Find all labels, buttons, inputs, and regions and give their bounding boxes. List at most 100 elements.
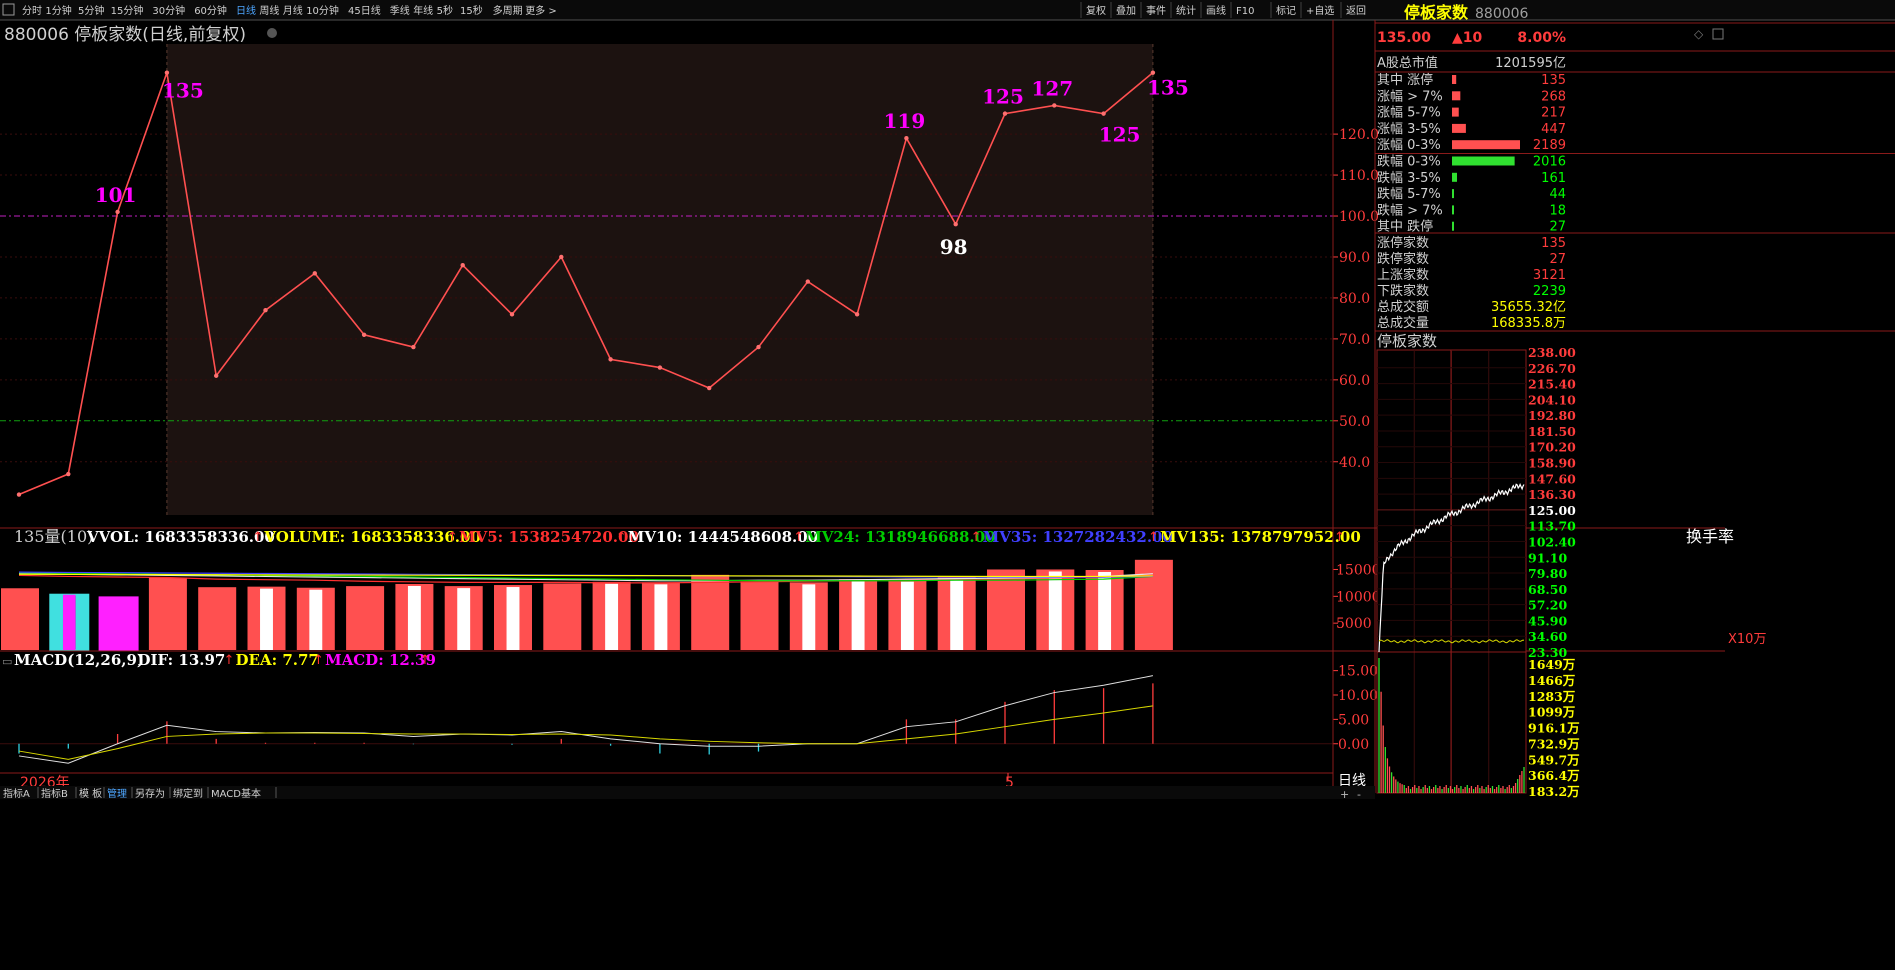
volume-bar xyxy=(1,588,39,650)
period-tab-3[interactable]: 15分钟 xyxy=(111,4,144,17)
macd-y-tick: 10.00 xyxy=(1338,688,1378,704)
dist-row-bar xyxy=(1452,75,1457,84)
volume-bar xyxy=(691,574,730,650)
main-point xyxy=(66,471,71,477)
volume-y-tick: 5000 xyxy=(1336,616,1372,632)
toolbar-button-6[interactable]: 标记 xyxy=(1276,5,1296,17)
bottom-tab-2[interactable]: 模 板 xyxy=(79,787,102,800)
mini-price-tick: 238.00 xyxy=(1528,345,1576,360)
main-point xyxy=(953,222,958,227)
period-tab-13[interactable]: 5秒 xyxy=(437,4,453,17)
mini-volume-tick: 366.4万 xyxy=(1528,768,1580,783)
svg-text:↑: ↑ xyxy=(447,530,458,545)
volume-bar xyxy=(346,586,385,650)
mini-price-tick: 136.30 xyxy=(1528,487,1576,502)
bottom-tab-0[interactable]: 指标A xyxy=(3,787,30,800)
dist-row-label: 跌幅 0-3% xyxy=(1377,154,1441,170)
mini-price-tick: 158.90 xyxy=(1528,456,1576,471)
period-tab-11[interactable]: 季线 xyxy=(390,4,410,17)
stat-value: 2239 xyxy=(1533,284,1566,299)
main-point xyxy=(1002,111,1008,116)
dist-row-label: 涨幅 3-5% xyxy=(1377,122,1441,137)
toolbar-button-1[interactable]: 叠加 xyxy=(1116,5,1136,17)
bottom-tab-4[interactable]: 另存为 xyxy=(135,787,165,800)
period-tab-1[interactable]: 1分钟 xyxy=(45,4,71,17)
mini-price-tick: 68.50 xyxy=(1528,582,1567,597)
toolbar-button-0[interactable]: 复权 xyxy=(1086,4,1106,17)
volume-bar xyxy=(543,583,582,650)
point-label: 135 xyxy=(1147,76,1189,100)
period-tab-7[interactable]: 周线 xyxy=(259,4,279,17)
dist-row-value: 135 xyxy=(1541,73,1566,88)
turnover-label: 换手率 xyxy=(1686,527,1734,546)
period-tab-12[interactable]: 年线 xyxy=(413,4,433,17)
zoom-out-icon[interactable]: - xyxy=(1357,788,1361,801)
market-cap-label: A股总市值 xyxy=(1377,55,1438,71)
side-title: 停板家数 xyxy=(1404,3,1469,22)
mini-price-tick: 147.60 xyxy=(1528,471,1576,486)
main-point xyxy=(904,136,909,141)
bottom-tab-bar: 指标A 指标B 模 板管理 另存为 绑定到 MACD基本 + - xyxy=(0,786,1375,801)
main-point xyxy=(411,344,416,350)
mini-price-tick: 192.80 xyxy=(1528,408,1576,423)
mini-price-tick: 79.80 xyxy=(1528,566,1567,581)
stat-label: 下跌家数 xyxy=(1377,283,1429,299)
mini-chart-title: 停板家数 xyxy=(1377,332,1437,350)
mini-price-tick: 204.10 xyxy=(1528,392,1576,407)
period-tab-4[interactable]: 30分钟 xyxy=(152,4,185,17)
mini-intraday-chart: 238.00226.70215.40204.10192.80181.50170.… xyxy=(1376,345,1580,799)
svg-text:↑: ↑ xyxy=(420,653,431,668)
toolbar-button-4[interactable]: 画线 xyxy=(1206,4,1226,17)
toolbar-button-8[interactable]: 返回 xyxy=(1346,5,1366,17)
mini-volume-tick: 732.9万 xyxy=(1528,736,1580,751)
main-y-tick: 110.0 xyxy=(1339,168,1379,184)
bottom-tab-3[interactable]: 管理 xyxy=(107,787,127,800)
period-tab-10[interactable]: 45日线 xyxy=(348,4,381,17)
main-point xyxy=(16,492,22,497)
period-tab-14[interactable]: 15秒 xyxy=(460,4,483,17)
dist-row-label: 涨幅 > 7% xyxy=(1377,89,1443,104)
point-label: 125 xyxy=(1099,123,1141,147)
stat-label: 总成交额 xyxy=(1377,299,1429,315)
mini-volume-tick: 1649万 xyxy=(1528,657,1575,672)
bottom-tab-1[interactable]: 指标B xyxy=(41,787,68,800)
period-tab-8[interactable]: 月线 xyxy=(283,4,303,17)
main-point xyxy=(805,279,810,284)
volume-bar xyxy=(148,577,187,650)
period-tab-0[interactable]: 分时 xyxy=(22,5,42,17)
point-label: 125 xyxy=(982,85,1024,109)
main-point xyxy=(854,312,860,317)
period-tab-6[interactable]: 日线 xyxy=(236,4,256,17)
main-y-tick: 90.0 xyxy=(1339,250,1370,266)
dist-row-bar xyxy=(1452,123,1466,133)
dist-row-value: 161 xyxy=(1541,171,1566,186)
main-point xyxy=(756,344,761,350)
volume-legend-item: MV5: 1538254720.00 xyxy=(459,528,639,546)
dist-row-label: 涨幅 5-7% xyxy=(1377,106,1441,121)
period-tab-2[interactable]: 5分钟 xyxy=(78,4,104,17)
toolbar-button-5[interactable]: F10 xyxy=(1236,6,1254,17)
main-point xyxy=(214,373,219,378)
main-point xyxy=(164,70,170,75)
main-point xyxy=(559,254,564,260)
stat-label: 上涨家数 xyxy=(1377,267,1429,283)
macd-legend-item: MACD(12,26,9) xyxy=(14,651,144,669)
expand-icon[interactable]: ◇ xyxy=(1694,27,1704,41)
chart-options-icon[interactable] xyxy=(267,28,277,38)
zoom-in-icon[interactable]: + xyxy=(1340,788,1349,801)
period-tab-9[interactable]: 10分钟 xyxy=(306,4,339,17)
period-tab-16[interactable]: 更多 > xyxy=(525,4,557,17)
dist-row-label: 其中 跌停 xyxy=(1377,219,1433,235)
toolbar-button-2[interactable]: 事件 xyxy=(1146,4,1166,17)
toolbar-button-3[interactable]: 统计 xyxy=(1176,4,1196,17)
stat-value: 3121 xyxy=(1533,268,1566,283)
dist-row-label: 跌幅 > 7% xyxy=(1377,202,1443,218)
bottom-tab-5[interactable]: 绑定到 xyxy=(173,787,203,800)
volume-indicator-name: 135量(10) xyxy=(14,527,93,546)
maximize-icon[interactable] xyxy=(1712,28,1724,40)
period-tab-15[interactable]: 多周期 xyxy=(493,4,523,17)
toolbar-button-7[interactable]: +自选 xyxy=(1306,4,1334,17)
point-label: 127 xyxy=(1031,76,1073,100)
bottom-tab-6[interactable]: MACD基本 xyxy=(211,787,261,800)
period-tab-5[interactable]: 60分钟 xyxy=(194,4,227,17)
